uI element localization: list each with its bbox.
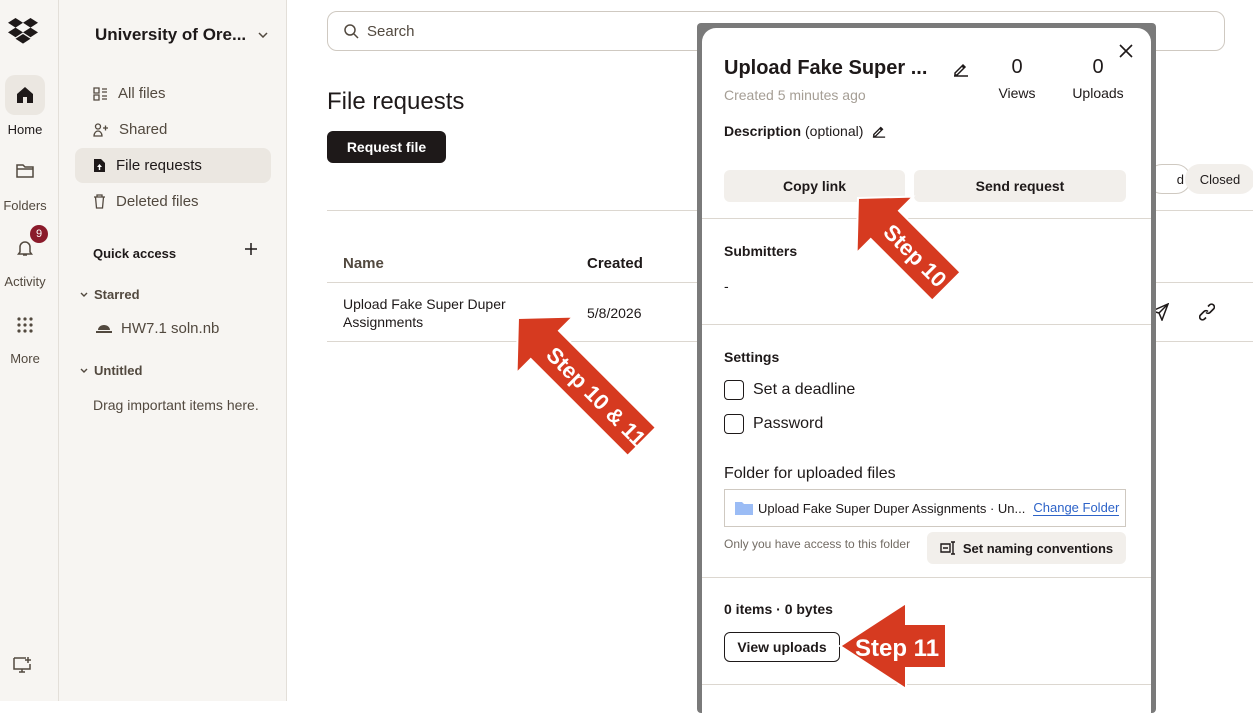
step-11-arrow: Step 11 xyxy=(838,601,947,691)
annotation-layer: Step 10 & 11 Step 10 Step 11 xyxy=(515,195,962,691)
step-10-11-label: Step 10 & 11 xyxy=(541,342,650,451)
step-10-11-arrow: Step 10 & 11 xyxy=(515,315,658,458)
step-10-arrow: Step 10 xyxy=(855,195,962,302)
step-11-label: Step 11 xyxy=(855,635,939,662)
